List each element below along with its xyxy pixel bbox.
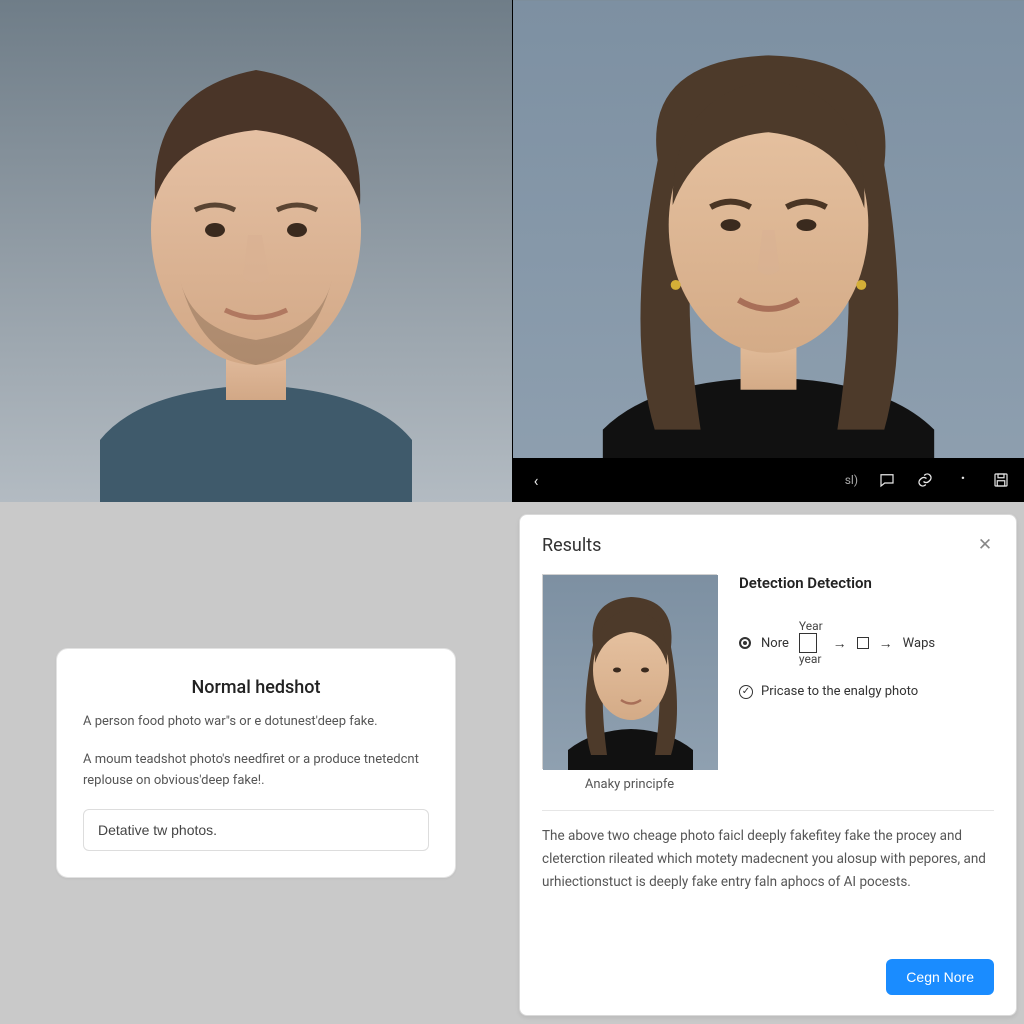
- link-icon[interactable]: [916, 471, 934, 489]
- arrow-icon-2: →: [879, 635, 893, 652]
- results-title: Results: [542, 535, 601, 556]
- check-icon[interactable]: ✓: [739, 685, 753, 699]
- arrow-icon-1: →: [833, 635, 847, 652]
- left-card-line1: A person food photo war"s or e dotunest'…: [83, 712, 429, 732]
- pipeline-year-bottom: year: [799, 653, 823, 666]
- left-card-title: Normal hedshot: [83, 677, 429, 698]
- more-icon[interactable]: ·: [954, 471, 972, 489]
- pipeline-radio-label: Nore: [761, 636, 789, 651]
- photo-toolbar: ‹ sl) ·: [513, 458, 1024, 502]
- comment-icon[interactable]: [878, 471, 896, 489]
- left-card-line2: A moum teadshot photo's needfiret or a p…: [83, 750, 429, 790]
- thumb-caption: Anaky principfe: [542, 777, 717, 792]
- bottom-right-area: Results ✕: [512, 502, 1024, 1024]
- bottom-left-area: Normal hedshot A person food photo war"s…: [0, 502, 512, 1024]
- female-headshot-svg: [513, 0, 1024, 502]
- detection-title: Detection Detection: [739, 574, 994, 592]
- results-panel: Results ✕: [519, 514, 1017, 1016]
- result-thumbnail: [542, 574, 717, 769]
- save-icon[interactable]: [992, 471, 1010, 489]
- input-box-icon[interactable]: [799, 633, 817, 653]
- close-icon[interactable]: ✕: [976, 537, 994, 555]
- divider: [542, 810, 994, 811]
- results-paragraph: The above two cheage photo faicl deeply …: [542, 825, 994, 894]
- primary-action-button[interactable]: Cegn Nore: [886, 959, 994, 995]
- check-label: Pricase to the enalgy photo: [761, 684, 918, 699]
- toolbar-label: sl): [845, 473, 858, 487]
- pipeline-end-label: Waps: [903, 636, 935, 651]
- back-icon[interactable]: ‹: [527, 471, 545, 489]
- detection-pipeline: Nore Year year → → Waps: [739, 620, 994, 666]
- photo-left: [0, 0, 512, 502]
- radio-icon[interactable]: [739, 637, 751, 649]
- step-box-icon: [857, 637, 869, 649]
- pipeline-year-top: Year: [799, 620, 823, 633]
- photo-right: ‹ sl) ·: [512, 0, 1024, 502]
- normal-headshot-card: Normal hedshot A person food photo war"s…: [56, 648, 456, 877]
- male-headshot-svg: [0, 0, 512, 502]
- detective-input[interactable]: [83, 809, 429, 851]
